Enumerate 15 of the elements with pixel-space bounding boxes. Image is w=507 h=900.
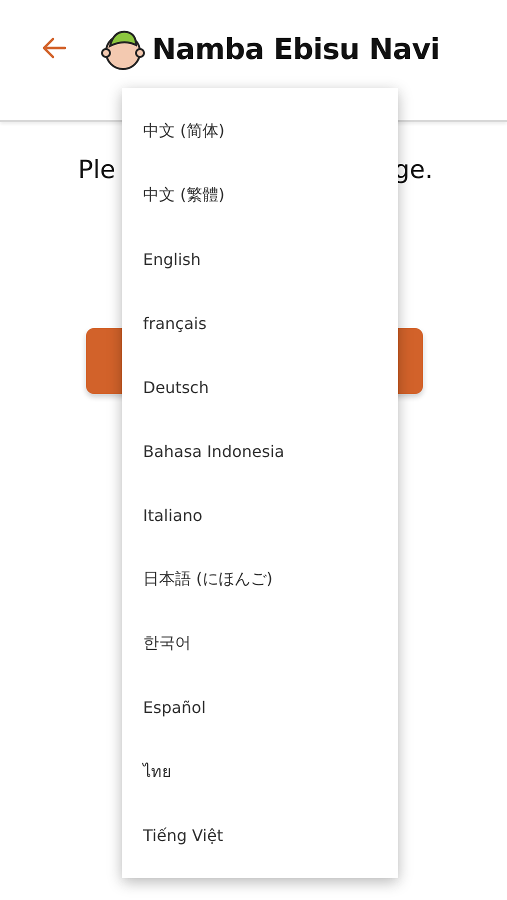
back-arrow-icon — [41, 36, 67, 60]
language-option[interactable]: 日本語 (にほんご) — [122, 547, 398, 611]
language-option[interactable]: Bahasa Indonesia — [122, 419, 398, 483]
language-option[interactable]: français — [122, 291, 398, 355]
language-option[interactable]: 한국어 — [122, 611, 398, 675]
language-option[interactable]: Deutsch — [122, 355, 398, 419]
language-option[interactable]: ไทย — [122, 739, 398, 803]
language-option[interactable]: 中文 (繁體) — [122, 163, 398, 227]
language-option[interactable]: Español — [122, 675, 398, 739]
language-option[interactable]: English — [122, 227, 398, 291]
language-option[interactable]: Italiano — [122, 483, 398, 547]
language-option[interactable]: 中文 (简体) — [122, 99, 398, 163]
app-title: Namba Ebisu Navi — [152, 32, 440, 66]
language-option[interactable]: Tiếng Việt — [122, 803, 398, 867]
prompt-text: Ple — [78, 154, 116, 186]
